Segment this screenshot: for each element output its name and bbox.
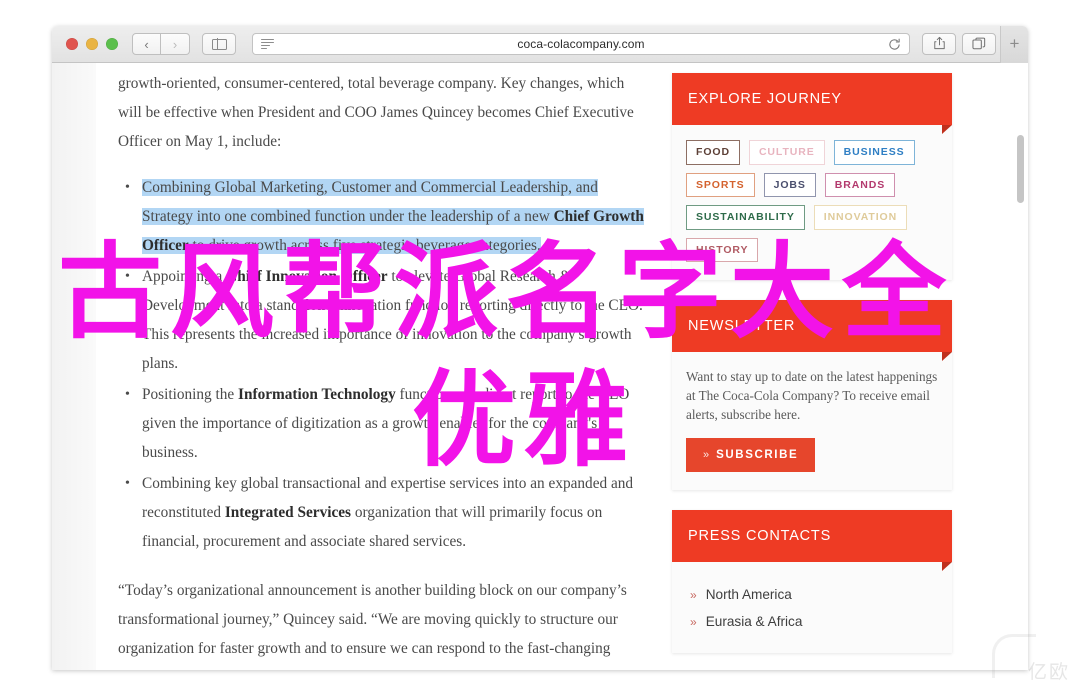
press-contacts-body: » North America » Eurasia & Africa [672, 562, 952, 653]
article-bullet-item: Combining Global Marketing, Customer and… [125, 173, 644, 260]
chevron-right-icon: » [690, 587, 697, 602]
article-bullet-list: Combining Global Marketing, Customer and… [118, 173, 644, 556]
newsletter-title: NEWSLETTER [672, 300, 952, 361]
share-icon [933, 36, 946, 52]
press-contact-item[interactable]: » North America [690, 581, 938, 608]
sidebar-toggle-wrapper [202, 33, 236, 55]
reload-icon[interactable] [888, 38, 900, 50]
window-controls [66, 38, 118, 50]
explore-journey-title: EXPLORE JOURNEY [672, 73, 952, 134]
chevron-left-icon: ‹ [144, 36, 149, 52]
subscribe-button-label: SUBSCRIBE [716, 449, 799, 461]
article-bullet-item: Positioning the Information Technology f… [125, 380, 644, 467]
article-column: growth-oriented, consumer-centered, tota… [96, 63, 666, 670]
chevron-right-icon: » [703, 449, 710, 461]
article-bold-term: Chief Innovation Officer [226, 268, 388, 285]
forward-button[interactable]: › [161, 33, 190, 55]
show-tabs-button[interactable] [962, 33, 996, 55]
category-chip-business[interactable]: BUSINESS [833, 140, 915, 165]
article-bold-term: Integrated Services [224, 504, 352, 521]
article-bold-term: Information Technology [238, 386, 396, 403]
category-chip-food[interactable]: FOOD [686, 140, 740, 165]
page-scrollbar[interactable] [1015, 63, 1026, 670]
press-contact-label: Eurasia & Africa [705, 614, 803, 629]
scrollbar-thumb[interactable] [1017, 135, 1024, 203]
browser-toolbar: ‹ › coca-colacompany.com + [52, 26, 1028, 63]
category-chip-culture[interactable]: CULTURE [748, 140, 825, 165]
minimize-window-button[interactable] [86, 38, 98, 50]
screenshot-root: ‹ › coca-colacompany.com + growth-orient… [0, 0, 1080, 696]
sidebar-rail: EXPLORE JOURNEY FOOD CULTURE BUSINESS SPORT… [666, 63, 966, 670]
category-chip-jobs[interactable]: JOBS [763, 172, 816, 197]
article-text: Positioning the [142, 386, 239, 403]
explore-journey-body: FOOD CULTURE BUSINESS SPORTS JOBS BRANDS SUSTA… [672, 125, 952, 280]
press-contacts-list: » North America » Eurasia & Africa [686, 577, 938, 635]
toolbar-right-buttons [922, 33, 996, 55]
page-viewport: growth-oriented, consumer-centered, tota… [52, 63, 1028, 670]
article-bullet-item: Combining key global transactional and e… [125, 469, 644, 556]
close-window-button[interactable] [66, 38, 78, 50]
url-text: coca-colacompany.com [517, 37, 645, 51]
zoom-window-button[interactable] [106, 38, 118, 50]
category-chip-history[interactable]: HISTORY [686, 237, 759, 262]
plus-icon: + [1009, 34, 1020, 53]
press-contact-item[interactable]: » Eurasia & Africa [690, 608, 938, 635]
press-contact-label: North America [705, 587, 792, 602]
explore-journey-card: EXPLORE JOURNEY FOOD CULTURE BUSINESS SPORT… [672, 73, 952, 280]
article-text: to drive growth across five strategic be… [188, 237, 541, 254]
press-contacts-title: PRESS CONTACTS [672, 510, 952, 571]
page-left-gutter [52, 63, 96, 670]
share-button[interactable] [922, 33, 956, 55]
article-text: Combining Global Marketing, Customer and… [142, 179, 598, 225]
watermark-text: 亿欧 [1027, 661, 1070, 683]
safari-browser-window: ‹ › coca-colacompany.com + growth-orient… [52, 26, 1028, 670]
newsletter-body: Want to stay up to date on the latest ha… [672, 352, 952, 490]
address-bar[interactable]: coca-colacompany.com [252, 33, 910, 55]
press-contacts-card: PRESS CONTACTS » North America » Eurasia & … [672, 510, 952, 653]
chevron-right-icon: › [172, 36, 178, 52]
subscribe-button[interactable]: » SUBSCRIBE [686, 438, 816, 472]
reader-view-icon[interactable] [261, 39, 274, 49]
article-text: Appointing a [142, 268, 227, 285]
article-paragraph-quote: “Today’s organizational announcement is … [118, 582, 637, 670]
category-chip-list: FOOD CULTURE BUSINESS SPORTS JOBS BRANDS SUSTA… [686, 140, 938, 262]
category-chip-sports[interactable]: SPORTS [686, 172, 755, 197]
chevron-right-icon: » [690, 614, 697, 629]
new-tab-button[interactable]: + [1000, 26, 1028, 63]
category-chip-brands[interactable]: BRANDS [824, 172, 896, 197]
article-paragraph-intro: growth-oriented, consumer-centered, tota… [118, 75, 634, 150]
sidebar-toggle-button[interactable] [202, 33, 236, 55]
sidebar-toggle-icon [211, 38, 227, 50]
newsletter-description: Want to stay up to date on the latest ha… [686, 369, 938, 422]
show-tabs-icon [972, 37, 986, 52]
navigation-buttons: ‹ › [132, 33, 190, 55]
newsletter-card: NEWSLETTER Want to stay up to date on th… [672, 300, 952, 490]
page-content: growth-oriented, consumer-centered, tota… [96, 63, 1028, 670]
category-chip-innovation[interactable]: INNOVATION [813, 205, 908, 230]
back-button[interactable]: ‹ [132, 33, 161, 55]
category-chip-sustainability[interactable]: SUSTAINABILITY [686, 205, 805, 230]
article-bullet-item: Appointing a Chief Innovation Officer to… [125, 262, 644, 378]
